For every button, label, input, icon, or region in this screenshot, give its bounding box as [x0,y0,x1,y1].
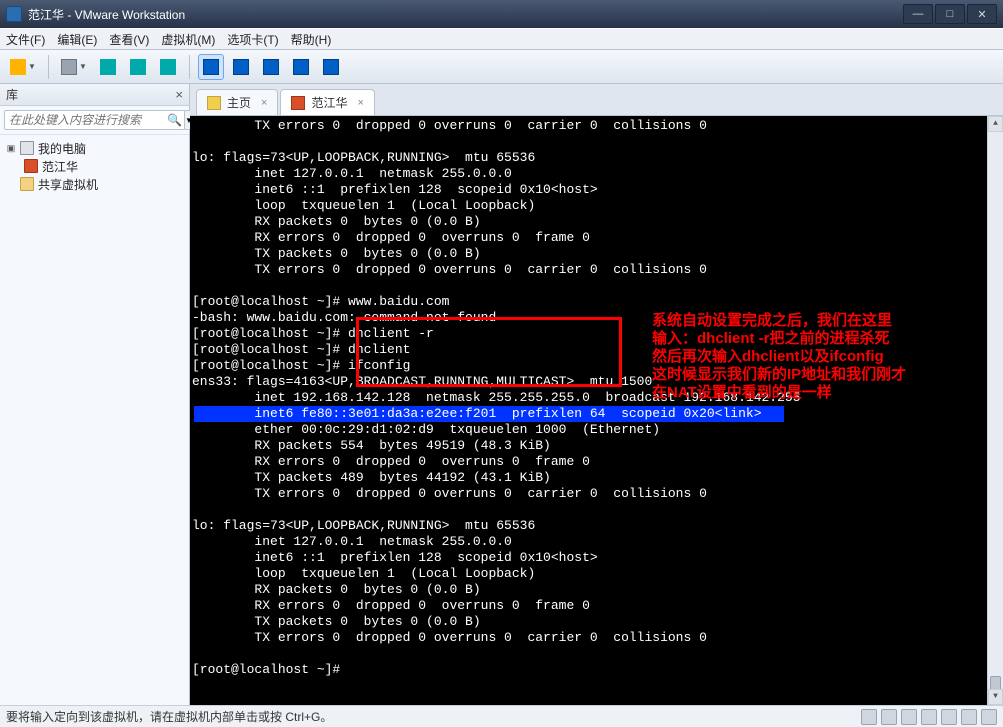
status-icon-printer[interactable] [961,709,977,725]
library-panel: 库 × 🔍 ▼ ▣ 我的电脑 范江华 [0,84,190,705]
tab-home[interactable]: 主页 × [196,89,278,115]
console-icon [203,59,219,75]
snapshot-manager-button[interactable] [125,54,151,80]
app-icon [6,6,22,22]
snapshot-icon [100,59,116,75]
menu-tabs[interactable]: 选项卡(T) [227,31,278,48]
status-icon-usb[interactable] [921,709,937,725]
power-icon [10,59,26,75]
terminal-scrollbar[interactable]: ▲ ▼ [987,116,1003,705]
library-search-row: 🔍 ▼ [0,106,189,135]
thumbnail-icon [293,59,309,75]
status-icon-display[interactable] [981,709,997,725]
scroll-down-button[interactable]: ▼ [988,689,1003,705]
titlebar[interactable]: 范江华 - VMware Workstation — □ ✕ [0,0,1003,28]
tab-vm-label: 范江华 [311,94,347,111]
vm-icon [24,159,38,173]
tab-home-close[interactable]: × [261,97,267,109]
home-icon [207,96,221,110]
status-message: 要将输入定向到该虚拟机，请在虚拟机内部单击或按 Ctrl+G。 [6,708,857,725]
revert-icon [160,59,176,75]
thumbnail-button[interactable] [288,54,314,80]
library-search-input[interactable] [4,110,185,130]
maximize-button[interactable]: □ [935,4,965,24]
menu-file[interactable]: 文件(F) [6,31,45,48]
tab-vm[interactable]: 范江华 × [280,89,374,115]
status-icon-hdd[interactable] [861,709,877,725]
window-buttons: — □ ✕ [901,4,997,24]
tree-my-computer[interactable]: ▣ 我的电脑 [2,139,187,157]
multimonitor-icon [323,59,339,75]
menubar: 文件(F) 编辑(E) 查看(V) 虚拟机(M) 选项卡(T) 帮助(H) [0,28,1003,50]
devices-icon [61,59,77,75]
tab-home-label: 主页 [227,94,251,111]
multimonitor-button[interactable] [318,54,344,80]
expand-icon[interactable] [6,179,16,189]
tab-vm-close[interactable]: × [357,97,363,109]
menu-help[interactable]: 帮助(H) [291,31,332,48]
tree-vm-item[interactable]: 范江华 [2,157,187,175]
tree-root-label: 我的电脑 [38,140,86,157]
expand-icon[interactable]: ▣ [6,143,16,154]
snapshot-button[interactable] [95,54,121,80]
tree-vm-label: 范江华 [42,158,78,175]
menu-edit[interactable]: 编辑(E) [57,31,97,48]
unity-button[interactable] [258,54,284,80]
library-tree: ▣ 我的电脑 范江华 共享虚拟机 [0,135,189,197]
status-icon-net[interactable] [901,709,917,725]
tabstrip: 主页 × 范江华 × [190,84,1003,116]
tree-shared-label: 共享虚拟机 [38,176,98,193]
snapshot-manager-icon [130,59,146,75]
computer-icon [20,141,34,155]
terminal-output: TX errors 0 dropped 0 overruns 0 carrier… [190,118,999,678]
tree-shared-vms[interactable]: 共享虚拟机 [2,175,187,193]
devices-button[interactable]: ▼ [57,54,91,80]
fullscreen-button[interactable] [228,54,254,80]
status-icon-sound[interactable] [941,709,957,725]
minimize-button[interactable]: — [903,4,933,24]
revert-button[interactable] [155,54,181,80]
close-button[interactable]: ✕ [967,4,997,24]
menu-vm[interactable]: 虚拟机(M) [161,31,215,48]
library-header: 库 × [0,84,189,106]
show-console-button[interactable] [198,54,224,80]
library-title: 库 [6,86,18,103]
vm-icon [291,96,305,110]
power-button[interactable]: ▼ [6,54,40,80]
toolbar: ▼ ▼ [0,50,1003,84]
scroll-up-button[interactable]: ▲ [988,116,1003,132]
app-window: 范江华 - VMware Workstation — □ ✕ 文件(F) 编辑(… [0,0,1003,727]
menu-view[interactable]: 查看(V) [109,31,149,48]
terminal[interactable]: TX errors 0 dropped 0 overruns 0 carrier… [190,116,1003,705]
statusbar: 要将输入定向到该虚拟机，请在虚拟机内部单击或按 Ctrl+G。 [0,705,1003,727]
unity-icon [263,59,279,75]
fullscreen-icon [233,59,249,75]
folder-icon [20,177,34,191]
status-icon-cd[interactable] [881,709,897,725]
library-close-button[interactable]: × [175,87,183,102]
main-area: 主页 × 范江华 × TX errors 0 dropped 0 overrun… [190,84,1003,705]
window-title: 范江华 - VMware Workstation [28,6,901,23]
